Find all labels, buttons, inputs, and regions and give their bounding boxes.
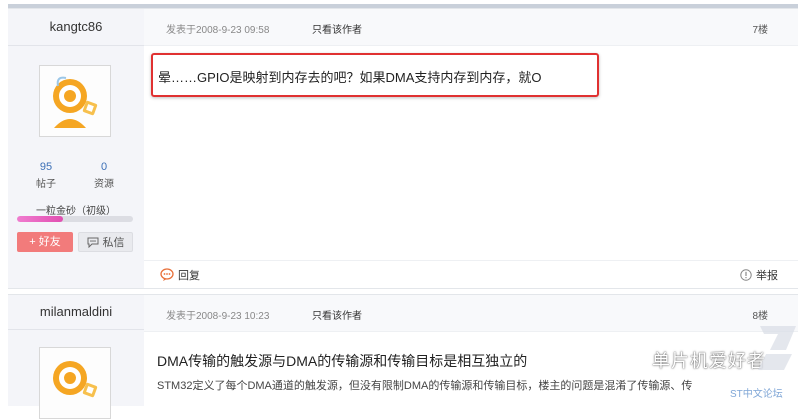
private-message-label: 私信 (102, 237, 125, 249)
only-author-link[interactable]: 只看该作者 (312, 307, 362, 322)
private-message-button[interactable]: 私信 (78, 232, 133, 252)
report-label: 举报 (756, 270, 778, 282)
only-author-link[interactable]: 只看该作者 (312, 21, 362, 36)
post-date: 发表于2008-9-23 10:23 (166, 311, 270, 322)
watermark-subtext: ST中文论坛 (730, 389, 783, 400)
post-content: STM32定义了每个DMA通道的触发源，但没有限制DMA的传输源和传输目标，楼主… (157, 380, 693, 392)
author-username[interactable]: milanmaldini (8, 304, 144, 319)
sidebar-divider (8, 329, 144, 330)
post-content: 晕……GPIO是映射到内存去的吧？如果DMA支持内存到内存，就O (158, 70, 542, 85)
user-rank: 一粒金砂（初级） (36, 206, 116, 217)
avatar-robot-icon (40, 66, 110, 136)
author-sidebar: kangtc86 95 帖子 0 资源 一粒金砂（初级） + 好友 私信 (8, 9, 144, 288)
post-footer: 回复 举报 (144, 260, 798, 289)
add-friend-button[interactable]: + 好友 (17, 232, 73, 252)
post-date: 发表于2008-9-23 09:58 (166, 25, 270, 36)
watermark-text: 单片机爱好者 (652, 351, 766, 371)
rank-progress-bar (17, 216, 133, 222)
avatar[interactable] (39, 65, 111, 137)
post-7: kangtc86 95 帖子 0 资源 一粒金砂（初级） + 好友 私信 发表于… (8, 8, 798, 289)
avatar-robot-icon (40, 348, 110, 418)
wechat-icon (620, 349, 646, 370)
posts-count[interactable]: 95 (26, 161, 66, 173)
reply-icon (160, 268, 174, 281)
reply-button[interactable]: 回复 (160, 267, 200, 283)
st-logo-icon (758, 326, 796, 370)
avatar[interactable] (39, 347, 111, 419)
reply-label: 回复 (178, 270, 200, 282)
post-meta: 发表于2008-9-23 10:23 只看该作者 8楼 (144, 295, 798, 332)
chat-icon (87, 237, 98, 248)
resources-count[interactable]: 0 (84, 161, 124, 173)
sidebar-divider (8, 45, 144, 46)
rank-progress-fill (17, 216, 64, 222)
stat-posts[interactable]: 95 帖子 (26, 161, 66, 190)
report-button[interactable]: 举报 (740, 267, 778, 283)
resources-label: 资源 (94, 179, 114, 190)
warning-icon (740, 269, 752, 281)
wechat-watermark: 单片机爱好者 (620, 348, 766, 372)
posts-label: 帖子 (36, 179, 56, 190)
stat-resources[interactable]: 0 资源 (84, 161, 124, 190)
post-main: 发表于2008-9-23 09:58 只看该作者 7楼 晕……GPIO是映射到内… (144, 9, 798, 288)
post-title: DMA传输的触发源与DMA的传输源和传输目标是相互独立的 (157, 353, 528, 369)
author-username[interactable]: kangtc86 (8, 19, 144, 34)
author-sidebar: milanmaldini (8, 295, 144, 419)
post-meta: 发表于2008-9-23 09:58 只看该作者 7楼 (144, 9, 798, 46)
floor-number[interactable]: 7楼 (752, 21, 768, 36)
